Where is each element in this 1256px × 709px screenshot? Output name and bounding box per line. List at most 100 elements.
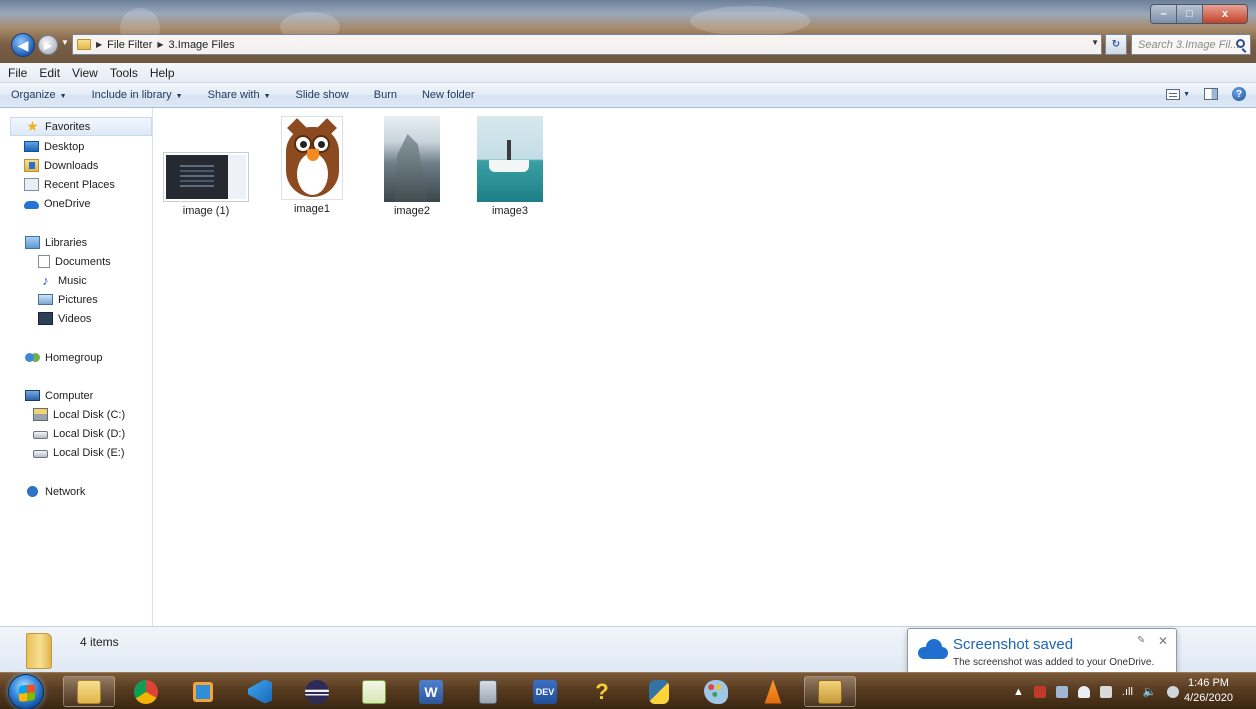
screen-recorder-icon [193,681,213,702]
display-icon[interactable] [1055,685,1068,698]
nav-homegroup[interactable]: Homegroup [25,348,102,367]
nav-favorites[interactable]: ★ Favorites [10,117,152,136]
file-item-image1[interactable]: image1 [264,116,360,215]
chevron-right-icon: ▶ [96,40,103,49]
breadcrumb-file-filter[interactable]: File Filter [107,39,152,51]
refresh-button[interactable]: ↻ [1105,34,1127,55]
search-icon[interactable] [1236,39,1245,48]
network-tray-icon[interactable] [1166,685,1179,698]
address-dropdown-icon[interactable]: ▼ [1091,38,1099,47]
taskbar-screen-recorder[interactable] [177,676,229,707]
file-item-image3[interactable]: image3 [462,116,558,217]
address-bar[interactable]: ▶ File Filter ▶ 3.Image Files ▼ [72,34,1102,55]
folder-icon [26,633,52,669]
disk-icon [33,431,48,439]
chevron-down-icon: ▼ [175,93,183,100]
downloads-icon [24,159,39,172]
back-button[interactable]: ◀ [11,33,35,57]
menu-help[interactable]: Help [150,66,175,80]
nav-videos[interactable]: Videos [38,309,91,328]
nav-local-disk-d[interactable]: Local Disk (D:) [33,424,125,443]
onedrive-notification[interactable]: Screenshot saved The screenshot was adde… [907,628,1177,681]
owl-thumbnail-icon [281,116,343,200]
taskbar-paint[interactable] [690,676,742,707]
star-icon: ★ [26,118,39,134]
help-icon[interactable]: ? [1232,87,1246,101]
burn-button[interactable]: Burn [374,89,397,101]
title-bar: – □ x ◀ ▶ ▼ ▶ File Filter ▶ 3.Image File… [0,0,1256,63]
taskbar-notepad-plus-plus[interactable] [348,676,400,707]
taskbar-vlc[interactable] [747,676,799,707]
terminal-icon [818,679,842,704]
taskbar-python[interactable] [633,676,685,707]
close-button[interactable]: x [1203,5,1247,23]
search-box[interactable]: Search 3.Image Fil... [1131,34,1251,55]
taskbar-word[interactable]: W [405,676,457,707]
network-icon [25,485,40,498]
nav-onedrive[interactable]: OneDrive [24,194,90,213]
file-item-image-1[interactable]: image (1) [158,116,254,217]
menu-edit[interactable]: Edit [39,66,60,80]
file-item-image2[interactable]: image2 [364,116,460,217]
taskbar-vscode[interactable] [234,676,286,707]
volume-icon[interactable]: 🔈 [1143,685,1157,698]
taskbar-terminal[interactable] [804,676,856,707]
onedrive-icon [24,201,39,209]
menu-view[interactable]: View [72,66,98,80]
start-button[interactable] [8,674,44,709]
python-icon [649,679,669,704]
taskbar: W DEV ? ▲ .ıll 🔈 1:46 PM 4/26/2020 [0,672,1256,709]
windows-logo-icon [19,684,35,702]
new-folder-button[interactable]: New folder [422,89,475,101]
taskbar-dev-cpp[interactable]: DEV [519,676,571,707]
file-list[interactable]: image (1) image1 image2 image3 [154,108,1256,626]
recent-locations-button[interactable]: ▼ [61,38,69,47]
organize-button[interactable]: Organize ▼ [11,89,67,101]
nav-downloads[interactable]: Downloads [24,156,98,175]
change-view-button[interactable]: ▼ [1166,88,1190,100]
share-with-button[interactable]: Share with ▼ [208,89,271,101]
include-in-library-button[interactable]: Include in library ▼ [92,89,183,101]
taskbar-eclipse[interactable] [291,676,343,707]
disk-icon [33,450,48,458]
maximize-button[interactable]: □ [1177,5,1203,23]
taskbar-file-explorer[interactable] [63,676,115,707]
taskbar-calculator[interactable] [462,676,514,707]
nav-recent-places[interactable]: Recent Places [24,175,115,194]
minimize-button[interactable]: – [1151,5,1177,23]
breadcrumb-image-files[interactable]: 3.Image Files [169,39,235,51]
file-name: image (1) [182,205,230,217]
close-icon[interactable]: ✕ [1158,634,1168,648]
forward-button[interactable]: ▶ [38,35,58,55]
nav-pictures[interactable]: Pictures [38,290,98,309]
clock-date: 4/26/2020 [1184,692,1233,704]
signal-icon[interactable]: .ıll [1122,686,1133,698]
onedrive-tray-icon[interactable] [1077,685,1090,698]
nav-libraries[interactable]: Libraries [25,233,87,252]
chevron-right-icon: ▶ [157,40,164,49]
chevron-down-icon: ▼ [263,93,271,100]
nav-music[interactable]: ♪ Music [38,271,86,290]
show-hidden-icons-button[interactable]: ▲ [1013,686,1024,698]
menu-file[interactable]: File [8,66,27,80]
arrow-left-icon: ◀ [17,36,29,53]
menu-tools[interactable]: Tools [110,66,138,80]
nav-documents[interactable]: Documents [38,252,111,271]
settings-icon[interactable]: ✎ [1137,635,1145,646]
nav-local-disk-c[interactable]: Local Disk (C:) [33,405,125,424]
preview-pane-icon[interactable] [1204,88,1218,100]
clock[interactable]: 1:46 PM 4/26/2020 [1184,676,1233,706]
folder-icon [77,39,91,50]
nav-local-disk-e[interactable]: Local Disk (E:) [33,443,125,462]
nav-network[interactable]: Network [25,482,85,501]
taskbar-help[interactable]: ? [576,676,628,707]
action-center-icon[interactable] [1033,685,1046,698]
slide-show-button[interactable]: Slide show [296,89,349,101]
arrow-right-icon: ▶ [43,39,53,52]
libraries-icon [25,236,40,249]
cliff-photo-thumbnail-icon [384,116,440,202]
taskbar-chrome[interactable] [120,676,172,707]
nav-desktop[interactable]: Desktop [24,137,84,156]
device-icon[interactable] [1099,685,1112,698]
nav-computer[interactable]: Computer [25,386,93,405]
